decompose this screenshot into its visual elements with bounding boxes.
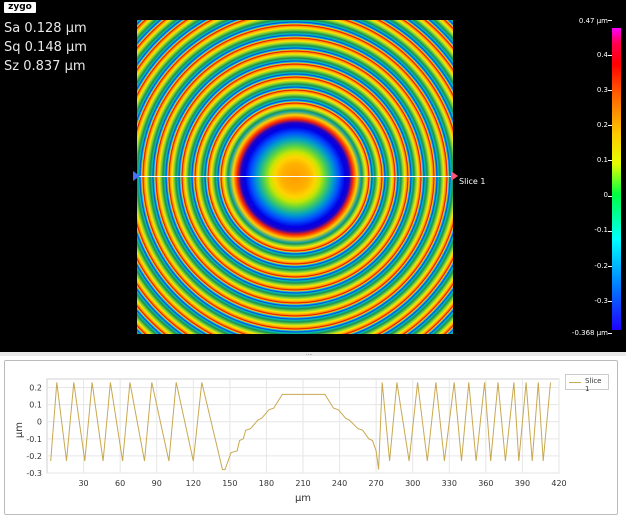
x-tick-label: 30 (78, 479, 88, 488)
x-tick-label: 240 (332, 479, 347, 488)
y-axis-label: µm (14, 422, 25, 438)
x-tick-label: 60 (115, 479, 125, 488)
y-tick-label: 0 (37, 418, 42, 427)
legend-swatch (569, 382, 581, 383)
x-tick-label: 210 (295, 479, 310, 488)
profile-chart[interactable]: 30 60 90 120 150 180 210 240 270 300 330 360 390 420 0… (0, 0, 626, 517)
x-axis-label: µm (295, 493, 311, 504)
y-tick-label: -0.2 (26, 452, 42, 461)
x-tick-label: 150 (222, 479, 237, 488)
x-tick-label: 90 (152, 479, 162, 488)
chart-legend: Slice 1 (565, 374, 609, 393)
x-tick-label: 270 (369, 479, 384, 488)
y-tick-label: -0.3 (26, 469, 42, 478)
y-tick-label: 0.2 (29, 384, 42, 393)
x-tick-label: 120 (186, 479, 201, 488)
x-tick-label: 300 (405, 479, 420, 488)
x-tick-label: 420 (551, 479, 566, 488)
x-tick-label: 180 (259, 479, 274, 488)
x-tick-label: 330 (442, 479, 457, 488)
x-tick-label: 390 (515, 479, 530, 488)
x-tick-label: 360 (478, 479, 493, 488)
y-tick-label: -0.1 (26, 435, 42, 444)
legend-label: Slice 1 (585, 377, 602, 393)
y-tick-label: 0.1 (29, 401, 42, 410)
